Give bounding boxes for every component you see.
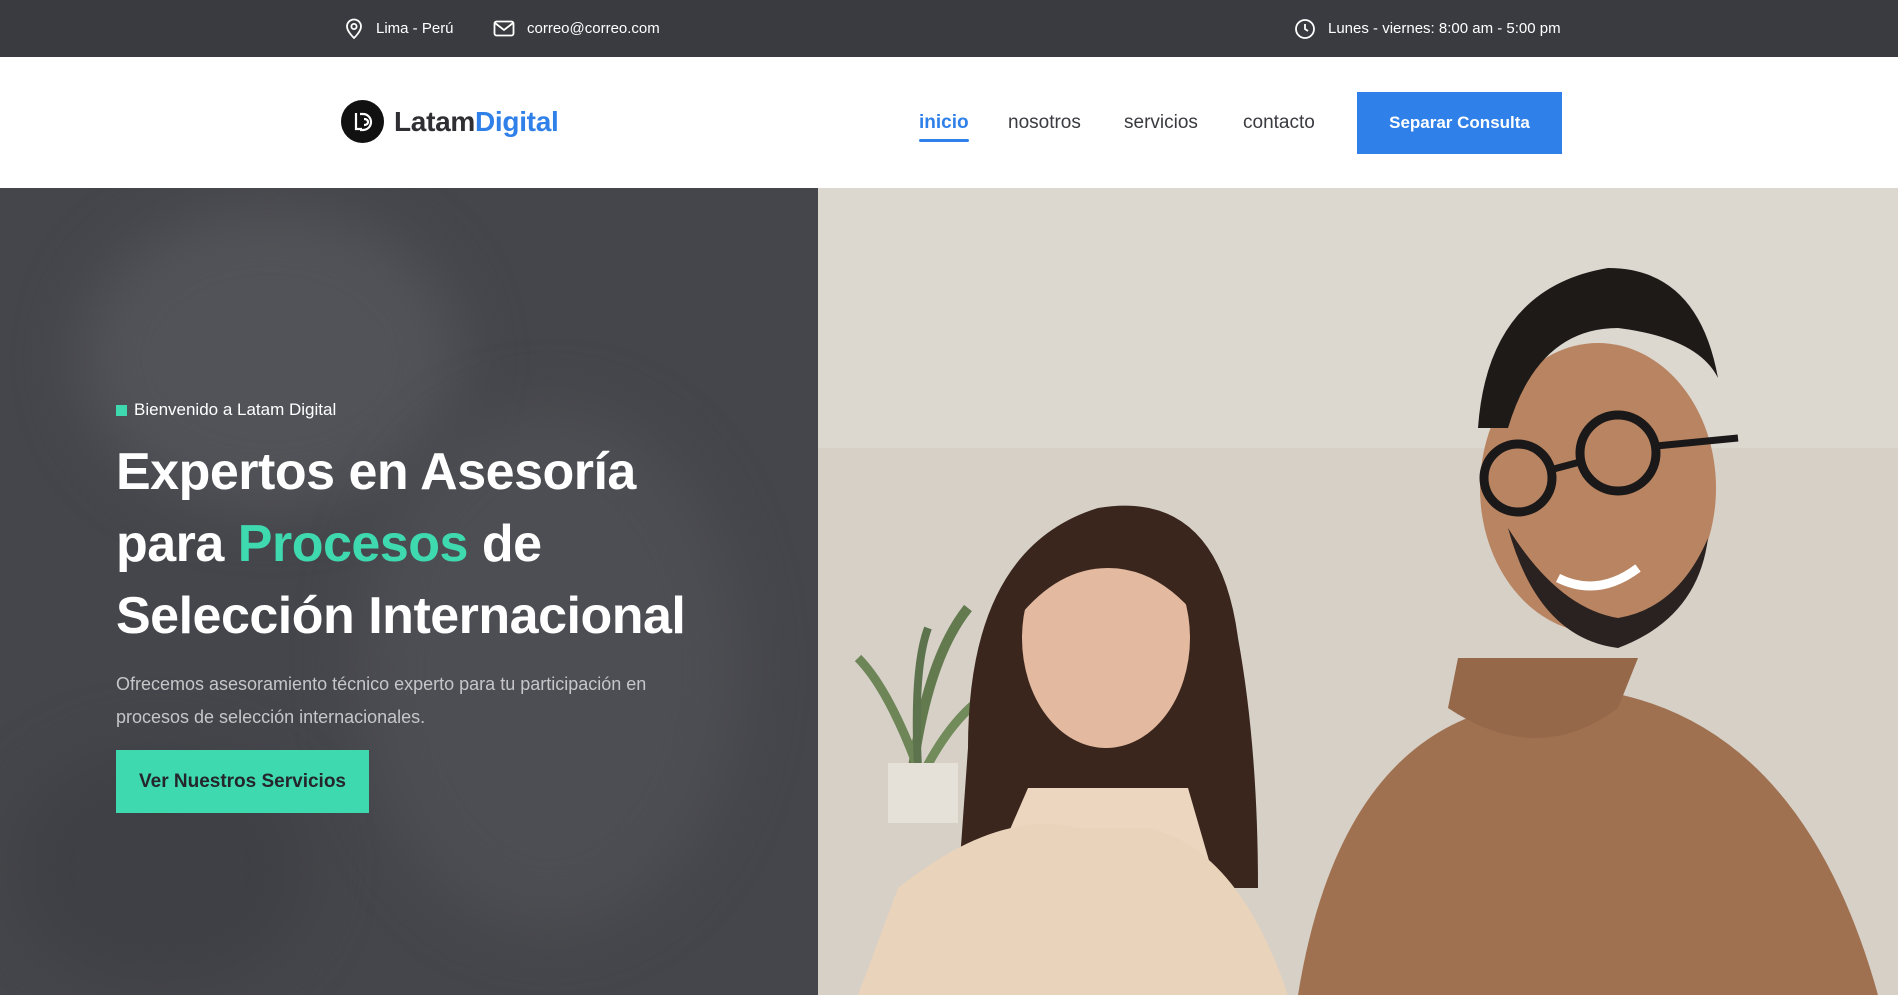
nav-contacto[interactable]: contacto bbox=[1243, 112, 1315, 134]
hero-title-highlight: Procesos bbox=[237, 515, 469, 573]
clock-icon bbox=[1294, 18, 1316, 40]
nav-servicios[interactable]: servicios bbox=[1124, 112, 1198, 134]
nav-nosotros[interactable]: nosotros bbox=[1008, 112, 1081, 134]
hero-photo bbox=[818, 188, 1898, 995]
logo-part2: Digital bbox=[474, 105, 559, 137]
ver-servicios-button[interactable]: Ver Nuestros Servicios bbox=[116, 750, 369, 813]
people-photo-illustration bbox=[818, 188, 1898, 995]
logo-part1: Latam bbox=[394, 105, 475, 137]
tag-square-icon bbox=[116, 404, 127, 416]
location-pin-icon bbox=[344, 18, 364, 40]
welcome-tag-text: Bienvenido a Latam Digital bbox=[134, 400, 337, 419]
hero-title-line2b: de bbox=[467, 515, 542, 573]
hero-description: Ofrecemos asesoramiento técnico experto … bbox=[116, 674, 647, 727]
nav-inicio[interactable]: inicio bbox=[919, 112, 969, 142]
hero-title-line1: Expertos en Asesoría bbox=[116, 443, 636, 501]
logo-mark-icon bbox=[341, 100, 384, 143]
hours-text: Lunes - viernes: 8:00 am - 5:00 pm bbox=[1328, 20, 1561, 37]
welcome-tag: Bienvenido a Latam Digital bbox=[116, 400, 336, 420]
email-info[interactable]: correo@correo.com bbox=[493, 0, 660, 57]
location-info: Lima - Perú bbox=[344, 0, 454, 57]
site-logo[interactable]: LatamDigital bbox=[341, 100, 559, 143]
location-text: Lima - Perú bbox=[376, 20, 454, 37]
separar-consulta-button[interactable]: Separar Consulta bbox=[1357, 92, 1562, 154]
hours-info: Lunes - viernes: 8:00 am - 5:00 pm bbox=[1294, 0, 1561, 57]
hero-title: Expertos en Asesoría para Procesos de Se… bbox=[116, 436, 816, 652]
site-header: LatamDigital inicio nosotros servicios c… bbox=[0, 57, 1898, 188]
email-text[interactable]: correo@correo.com bbox=[527, 20, 660, 37]
top-info-bar: Lima - Perú correo@correo.com Lunes - vi… bbox=[0, 0, 1898, 57]
hero-title-line2a: para bbox=[116, 515, 238, 573]
hero-title-line3: Selección Internacional bbox=[116, 587, 686, 645]
mail-icon bbox=[493, 20, 515, 37]
logo-text: LatamDigital bbox=[394, 105, 559, 138]
